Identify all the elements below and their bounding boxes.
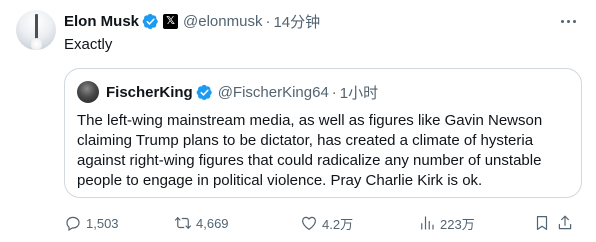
reply-count: 1,503	[86, 215, 119, 231]
quoted-text-line: people to engage in political violence. …	[77, 172, 483, 189]
reply-button[interactable]: 1,503	[64, 212, 119, 234]
views-icon	[421, 216, 434, 230]
like-button[interactable]: 4.2万	[300, 212, 353, 234]
quoted-text-line: The left-wing mainstream media, as well …	[77, 112, 543, 129]
quoted-post-time: 1小时	[339, 84, 379, 102]
repost-count: 4,669	[196, 215, 229, 231]
quoted-author-name: FischerKing	[106, 83, 193, 101]
share-icon	[558, 215, 572, 230]
action-bar: 1,503 4,669 4.2万 223万	[64, 212, 572, 234]
post-text: Exactly	[64, 36, 113, 53]
quoted-author-avatar	[77, 81, 99, 103]
x-logo-icon: 𝕏	[163, 13, 179, 29]
author-avatar[interactable]	[16, 10, 56, 50]
quoted-post-header: FischerKing @FischerKing64 · 1小时	[106, 82, 378, 102]
like-count: 4.2万	[322, 216, 354, 232]
author-name[interactable]: Elon Musk	[64, 13, 139, 30]
separator-dot: ·	[331, 83, 337, 101]
quoted-text-line: claiming Trump plans to be dictator, has…	[77, 132, 534, 149]
more-icon[interactable]	[558, 12, 578, 30]
quoted-text-line: against right-wing figures that could ra…	[77, 152, 542, 169]
separator-dot: ·	[265, 12, 271, 30]
author-handle[interactable]: @elonmusk	[183, 13, 262, 30]
bookmark-icon	[536, 216, 548, 230]
reply-icon	[66, 216, 80, 232]
share-button[interactable]	[556, 212, 574, 234]
verified-badge-icon	[196, 84, 212, 100]
quoted-author-handle: @FischerKing64	[217, 83, 329, 101]
post-time[interactable]: 14分钟	[273, 11, 320, 32]
views-count: 223万	[440, 216, 475, 232]
bookmark-button[interactable]	[533, 212, 551, 234]
views-button[interactable]: 223万	[418, 212, 475, 234]
quoted-post-text: The left-wing mainstream media, as well …	[77, 111, 577, 191]
verified-badge-icon	[142, 13, 158, 29]
post-header: Elon Musk 𝕏 @elonmusk · 14分钟	[64, 11, 320, 31]
repost-icon	[174, 217, 192, 229]
like-icon	[302, 216, 316, 230]
quoted-post[interactable]: FischerKing @FischerKing64 · 1小时 The lef…	[64, 68, 582, 198]
repost-button[interactable]: 4,669	[174, 212, 229, 234]
